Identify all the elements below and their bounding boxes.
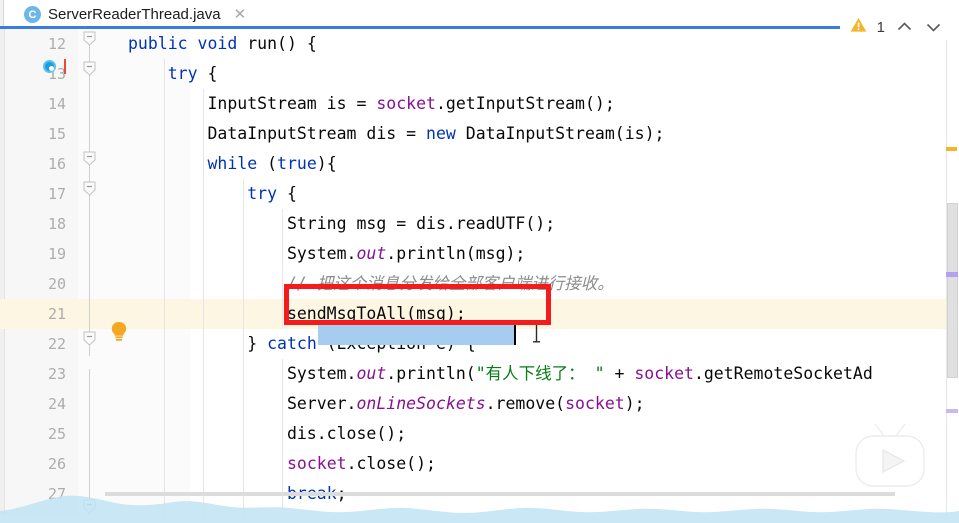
code-line[interactable]: 13 try { <box>0 59 959 89</box>
java-class-icon: C <box>24 6 41 23</box>
fold-marker-icon[interactable] <box>83 499 96 514</box>
code-editor[interactable]: 12 public void run() {13 try {14 InputStr… <box>0 29 959 523</box>
code-text: try { <box>167 64 218 83</box>
code-text: DataInputStream dis = new DataInputStrea… <box>128 124 665 143</box>
fold-marker-icon[interactable] <box>83 181 96 196</box>
fold-marker-icon[interactable] <box>83 151 96 166</box>
line-number: 14 <box>47 95 66 113</box>
red-annotation-rectangle <box>284 284 551 325</box>
line-number: 17 <box>47 185 66 203</box>
modified-line-marker <box>64 59 66 74</box>
line-number: 24 <box>47 395 66 413</box>
line-number: 25 <box>47 425 66 443</box>
close-icon[interactable]: ✕ <box>234 7 247 22</box>
code-line[interactable]: 25 dis.close(); <box>0 419 959 449</box>
usage-marker[interactable] <box>946 272 958 277</box>
warning-triangle-icon <box>850 17 867 37</box>
next-problem-icon[interactable] <box>924 20 943 34</box>
code-line[interactable]: 23 System.out.println("有人下线了： " + socket… <box>0 359 959 389</box>
editor-tab-bar: C ServerReaderThread.java ✕ <box>0 0 959 29</box>
line-number: 12 <box>47 35 66 53</box>
code-line[interactable]: 26 socket.close(); <box>0 449 959 479</box>
scrollbar-thumb[interactable] <box>947 203 958 378</box>
line-number: 20 <box>47 275 66 293</box>
code-line[interactable]: 24 Server.onLineSockets.remove(socket); <box>0 389 959 419</box>
code-line[interactable]: 14 InputStream is = socket.getInputStrea… <box>0 89 959 119</box>
ide-window: C ServerReaderThread.java ✕ 12 public voi… <box>0 0 959 523</box>
code-text: InputStream is = socket.getInputStream()… <box>128 94 615 113</box>
line-number: 22 <box>47 335 66 353</box>
code-line[interactable]: 16 while (true){ <box>0 149 959 179</box>
fold-connector <box>89 369 90 409</box>
code-line[interactable]: 17 try { <box>0 179 959 209</box>
line-number: 13 <box>47 65 66 83</box>
line-number: 18 <box>47 215 66 233</box>
tool-window-strip <box>0 0 4 29</box>
editor-scrollbar[interactable] <box>946 29 959 523</box>
warning-count-label: 1 <box>876 18 885 36</box>
bilibili-tv-logo <box>848 418 932 494</box>
code-line[interactable]: 12 public void run() { <box>0 29 959 59</box>
line-number: 21 <box>47 305 66 323</box>
editor-tab-serverreaderthread[interactable]: C ServerReaderThread.java ✕ <box>10 0 253 29</box>
code-text: String msg = dis.readUTF(); <box>128 214 556 233</box>
line-number: 26 <box>47 455 66 473</box>
warning-marker[interactable] <box>946 147 957 151</box>
code-text: dis.close(); <box>128 424 407 443</box>
code-line[interactable]: 18 String msg = dis.readUTF(); <box>0 209 959 239</box>
code-text: while (true){ <box>207 154 337 173</box>
video-progress-bar[interactable] <box>105 492 895 496</box>
line-number: 19 <box>47 245 66 263</box>
code-text: try { <box>247 184 297 203</box>
code-line[interactable]: 19 System.out.println(msg); <box>0 239 959 269</box>
editor-bottom-edge <box>0 515 959 523</box>
fold-marker-icon[interactable] <box>83 31 96 46</box>
ibeam-cursor-icon <box>531 323 542 343</box>
fold-connector <box>89 91 90 356</box>
line-number: 16 <box>47 155 66 173</box>
inspection-widget[interactable]: 1 <box>845 14 947 40</box>
lightbulb-icon[interactable] <box>110 321 128 343</box>
fold-marker-icon[interactable] <box>83 331 96 346</box>
line-number: 27 <box>47 485 66 503</box>
code-text: socket.close(); <box>286 454 436 473</box>
code-text: Server.onLineSockets.remove(socket); <box>128 394 645 413</box>
line-number: 23 <box>47 365 66 383</box>
run-method-icon[interactable] <box>43 60 56 73</box>
code-lines: 12 public void run() {13 try {14 InputStr… <box>0 29 959 523</box>
editor-tab-label: ServerReaderThread.java <box>48 6 221 23</box>
code-text: public void run() { <box>128 34 317 53</box>
previous-problem-icon[interactable] <box>895 20 914 34</box>
fold-marker-icon[interactable] <box>83 61 96 76</box>
line-number: 15 <box>47 125 66 143</box>
code-line[interactable]: 15 DataInputStream dis = new DataInputSt… <box>0 119 959 149</box>
code-text: System.out.println("有人下线了： " + socket.ge… <box>128 364 873 383</box>
code-text: System.out.println(msg); <box>128 244 526 263</box>
run-method-icon-dot <box>49 66 54 71</box>
usage-marker[interactable] <box>946 409 958 413</box>
